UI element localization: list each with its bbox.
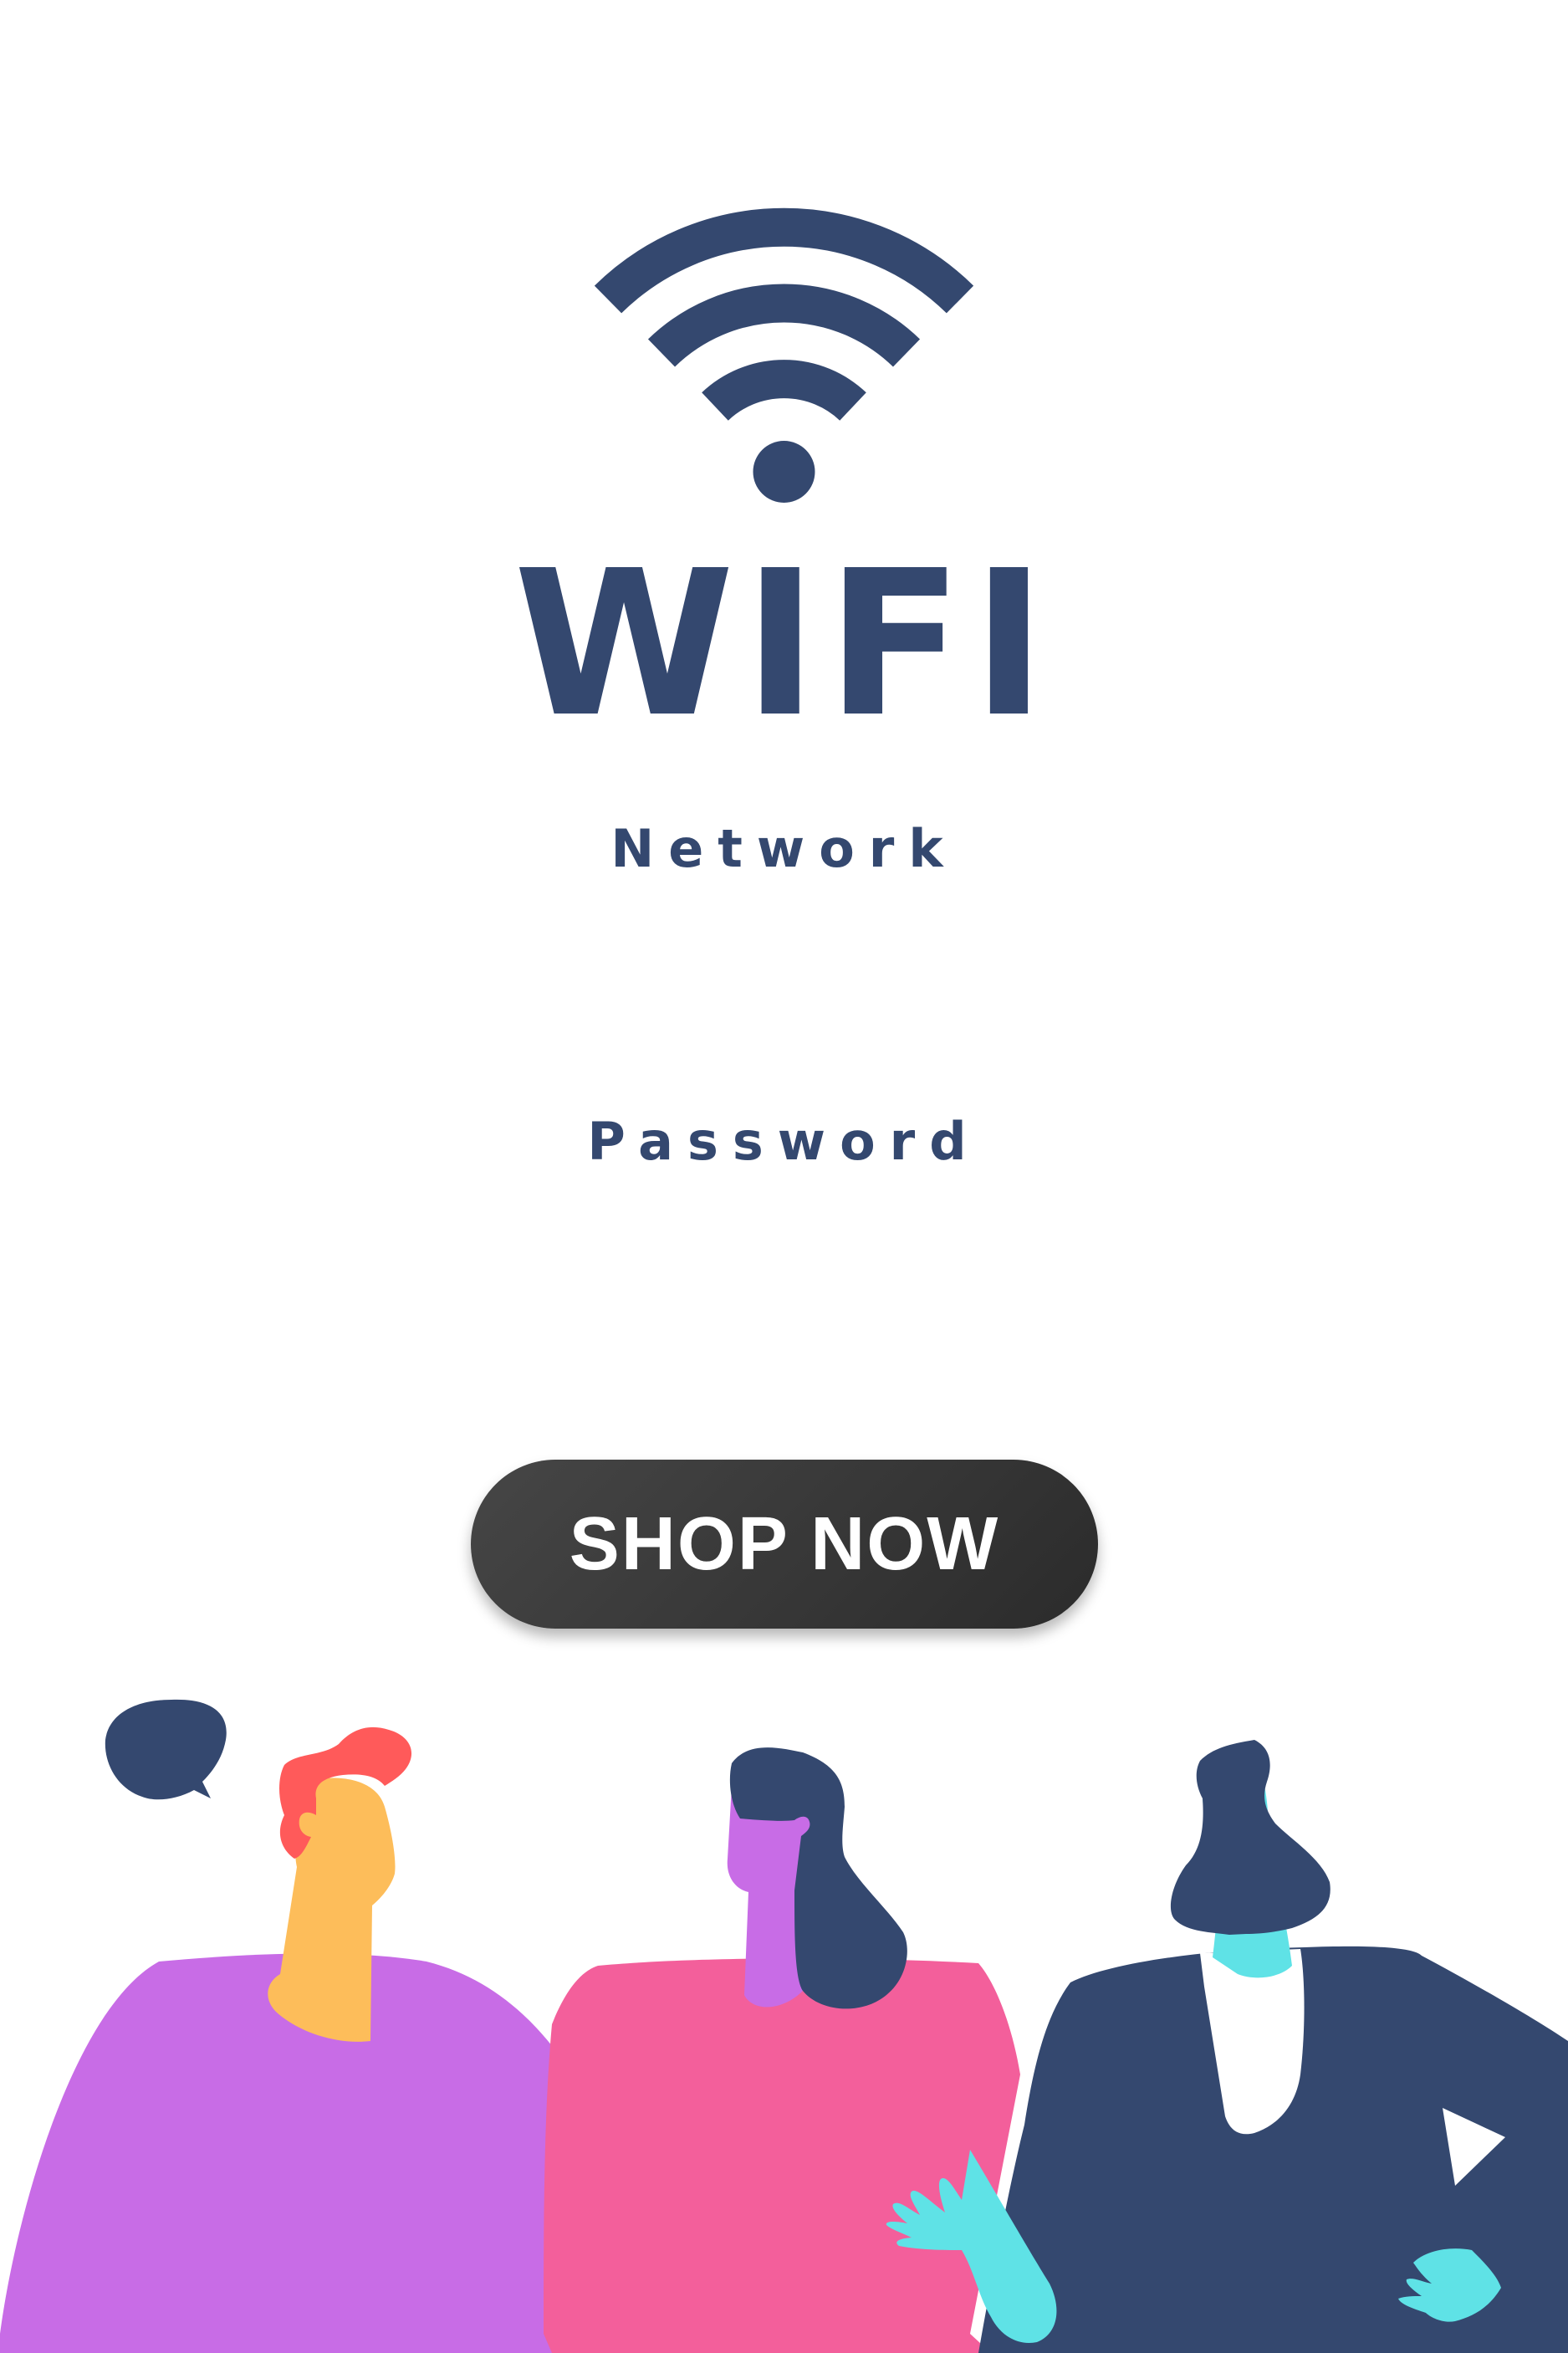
people-illustration [0,1699,1568,2353]
network-label: Network [610,818,958,879]
speech-bubble-icon [105,1699,227,1800]
page-title: WIFI [513,527,1055,761]
person-middle [544,1747,1020,2353]
password-label: Password [587,1111,981,1172]
wifi-icon [594,207,974,503]
shop-now-button[interactable]: SHOP NOW [471,1460,1098,1629]
